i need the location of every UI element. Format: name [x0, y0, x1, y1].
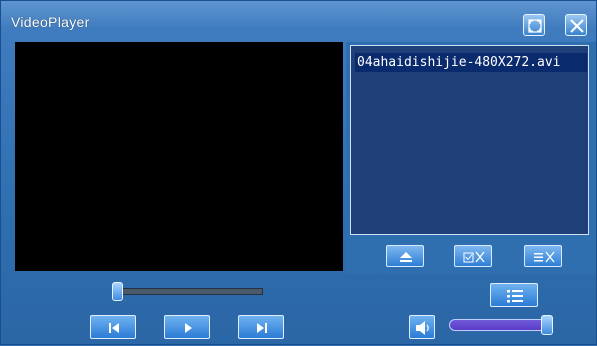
playlist-toggle-icon [507, 290, 523, 303]
clear-list-icon [534, 251, 555, 263]
playlist-item[interactable]: 04ahaidishijie-480X272.avi [355, 53, 587, 72]
play-icon [185, 323, 192, 333]
fullscreen-button[interactable] [523, 14, 545, 36]
fullscreen-icon [528, 19, 542, 33]
clear-list-button[interactable] [524, 245, 562, 267]
volume-thumb[interactable] [541, 315, 553, 335]
eject-button[interactable] [386, 245, 424, 267]
window-title: VideoPlayer [11, 14, 90, 30]
next-icon [257, 323, 267, 333]
playback-controls [1, 275, 597, 346]
volume-button[interactable] [409, 315, 435, 339]
previous-icon [109, 323, 119, 333]
title-bar: VideoPlayer [5, 5, 592, 38]
close-button[interactable] [565, 14, 587, 36]
seek-bar[interactable] [119, 288, 263, 295]
playlist[interactable]: 04ahaidishijie-480X272.avi [350, 45, 589, 235]
seek-thumb[interactable] [112, 282, 123, 301]
video-display[interactable] [15, 42, 343, 271]
playlist-toggle-button[interactable] [490, 283, 538, 307]
play-button[interactable] [164, 315, 210, 339]
remove-checked-icon [463, 251, 485, 263]
next-button[interactable] [238, 315, 284, 339]
close-icon [570, 19, 584, 33]
remove-checked-button[interactable] [454, 245, 492, 267]
speaker-icon [416, 321, 429, 335]
previous-button[interactable] [90, 315, 136, 339]
playlist-panel: 04ahaidishijie-480X272.avi [346, 42, 596, 274]
playlist-toolbar [346, 239, 596, 274]
video-player-window: VideoPlayer 04ahaidishijie-480X272.avi [0, 0, 597, 345]
eject-icon [400, 252, 412, 262]
volume-slider[interactable] [449, 319, 553, 331]
